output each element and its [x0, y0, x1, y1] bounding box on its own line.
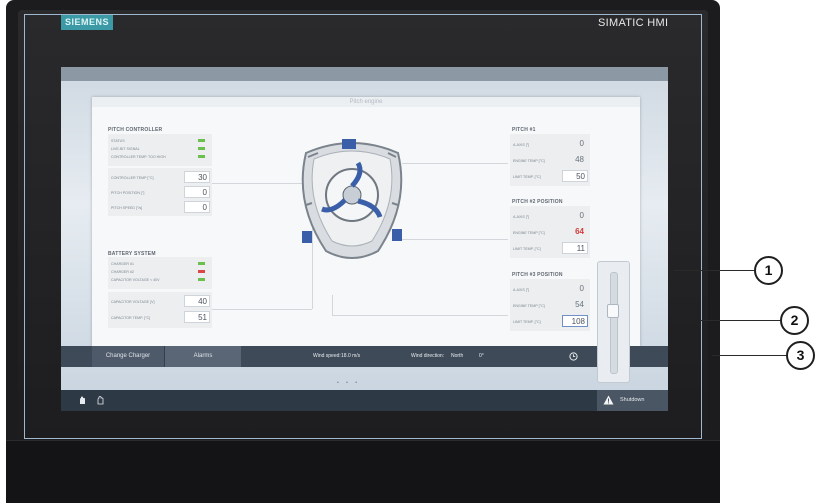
- callout-line-1: [674, 270, 754, 271]
- pitch2-limit-temp-value[interactable]: 11: [562, 242, 588, 254]
- bottom-bar: Change Charger Alarms Wind speed: 18.0 m…: [61, 346, 668, 367]
- controller-temp-high-led: [198, 155, 205, 158]
- pitch1-limit-temp-label: LIMIT TEMP. [°C]: [513, 175, 541, 179]
- hub-rotor-image: [301, 139, 403, 259]
- shutdown-button[interactable]: Shutdown: [597, 390, 668, 411]
- pitch2-a-axis-value: 0: [579, 211, 584, 220]
- wind-speed-value: 18.0 m/s: [341, 353, 361, 359]
- callout-line-2: [700, 320, 780, 321]
- pitch2-a-axis-label: A-AXIS [°]: [513, 215, 530, 219]
- change-charger-button[interactable]: Change Charger: [92, 346, 164, 367]
- pitch-controller-status-box: STATUS LIVE-BIT SIGNAL CONTROLLER TEMP. …: [108, 134, 212, 166]
- pitch-controller-values-box: CONTROLLER TEMP [°C] 30 PITCH POSITION […: [108, 168, 212, 216]
- callout-2: 2: [780, 306, 809, 335]
- wind-direction-degrees: 0°: [479, 353, 484, 359]
- pitch3-limit-temp-value[interactable]: 108: [562, 315, 588, 327]
- warning-icon: [603, 395, 614, 405]
- wind-speed-label: Wind speed:: [313, 353, 341, 359]
- pitch3-engine-temp-label: ENGINE TEMP [°C]: [513, 304, 545, 308]
- pitch-speed-value[interactable]: 0: [184, 201, 210, 213]
- connector-line: [332, 295, 333, 315]
- bottom-navigation: [61, 390, 668, 411]
- connector-line: [402, 163, 508, 164]
- slider-thumb[interactable]: [607, 304, 619, 318]
- pitch2-engine-temp-value: 64: [575, 227, 584, 236]
- top-strip: [61, 67, 668, 81]
- charger1-led: [198, 262, 205, 265]
- pitch1-a-axis-label: A-AXIS [°]: [513, 143, 530, 147]
- pitch2-limit-temp-label: LIMIT TEMP. [°C]: [513, 247, 541, 251]
- charger2-led: [198, 270, 205, 273]
- pitch1-box: A-AXIS [°] 0 ENGINE TEMP [°C] 48 LIMIT T…: [510, 134, 590, 186]
- simatic-hmi-label: SIMATIC HMI: [598, 17, 669, 29]
- pitch1-engine-temp-label: ENGINE TEMP [°C]: [513, 159, 545, 163]
- pitch-position-label: PITCH POSITION [°]: [111, 191, 145, 195]
- siemens-logo: SIEMENS: [61, 15, 113, 30]
- capacitor-temp-value[interactable]: 51: [184, 311, 210, 323]
- pitch3-title: PITCH #3 POSITION: [512, 272, 563, 278]
- controller-temp-value[interactable]: 30: [184, 171, 210, 183]
- shutdown-label: Shutdown: [620, 397, 645, 403]
- pitch1-a-axis-value: 0: [579, 139, 584, 148]
- pitch3-box: A-AXIS [°] 0 ENGINE TEMP [°C] 54 LIMIT T…: [510, 279, 590, 331]
- connector-line: [212, 309, 312, 310]
- pitch3-engine-temp-value: 54: [575, 300, 584, 309]
- pitch1-limit-temp-value[interactable]: 50: [562, 170, 588, 182]
- connector-line: [332, 315, 508, 316]
- pitch2-title: PITCH #2 POSITION: [512, 199, 563, 205]
- slider-track[interactable]: [610, 272, 618, 374]
- panel-title: Pitch engine: [92, 97, 640, 107]
- pitch2-engine-temp-label: ENGINE TEMP [°C]: [513, 231, 545, 235]
- battery-status-box: CHARGER #1 CHARGER #2 CAPACITOR VOLTAGE …: [108, 257, 212, 289]
- battery-values-box: CAPACITOR VOLTAGE [V] 40 CAPACITOR TEMP.…: [108, 292, 212, 328]
- live-bit-label: LIVE-BIT SIGNAL: [111, 147, 140, 151]
- pitch1-title: PITCH #1: [512, 127, 536, 133]
- hmi-display: Pitch engine PITCH CONTROLLER STATUS LIV…: [61, 67, 668, 411]
- wind-direction-label: Wind direction:: [411, 353, 445, 359]
- status-label: STATUS: [111, 139, 125, 143]
- capacitor-voltage-value[interactable]: 40: [184, 295, 210, 307]
- pitch3-a-axis-value: 0: [579, 284, 584, 293]
- capacitor-voltage-low-label: CAPACITOR VOLTAGE < 40V: [111, 278, 160, 282]
- callout-line-3: [712, 355, 787, 356]
- charger1-label: CHARGER #1: [111, 262, 134, 266]
- pitch-position-value[interactable]: 0: [184, 186, 210, 198]
- vertical-slider[interactable]: [597, 261, 630, 383]
- status-led: [198, 139, 205, 142]
- bezel-bottom-band: [6, 440, 720, 503]
- alarms-button[interactable]: Alarms: [164, 346, 241, 367]
- live-bit-led: [198, 147, 205, 150]
- wind-direction-value: North: [451, 353, 464, 359]
- capacitor-voltage-label: CAPACITOR VOLTAGE [V]: [111, 300, 155, 304]
- page-indicator[interactable]: • • •: [337, 380, 360, 386]
- pitch-engine-panel: Pitch engine PITCH CONTROLLER STATUS LIV…: [92, 97, 640, 347]
- touch-icon[interactable]: [97, 396, 104, 405]
- controller-temp-label: CONTROLLER TEMP [°C]: [111, 176, 154, 180]
- pitch2-box: A-AXIS [°] 0 ENGINE TEMP [°C] 64 LIMIT T…: [510, 206, 590, 258]
- capacitor-voltage-low-led: [198, 278, 205, 281]
- capacitor-temp-label: CAPACITOR TEMP. [°C]: [111, 316, 151, 320]
- callout-3: 3: [786, 341, 815, 370]
- controller-temp-high-label: CONTROLLER TEMP. TOO HIGH: [111, 155, 166, 159]
- pitch3-limit-temp-label: LIMIT TEMP. [°C]: [513, 320, 541, 324]
- pitch3-a-axis-label: A-AXIS [°]: [513, 288, 530, 292]
- charger2-label: CHARGER #2: [111, 270, 134, 274]
- pitch-controller-title: PITCH CONTROLLER: [108, 127, 163, 133]
- pitch-speed-label: PITCH SPEED [°/s]: [111, 206, 143, 210]
- pitch1-engine-temp-value: 48: [575, 155, 584, 164]
- callout-1: 1: [754, 256, 783, 285]
- hand-icon[interactable]: [79, 396, 86, 405]
- clock-icon[interactable]: [569, 352, 578, 361]
